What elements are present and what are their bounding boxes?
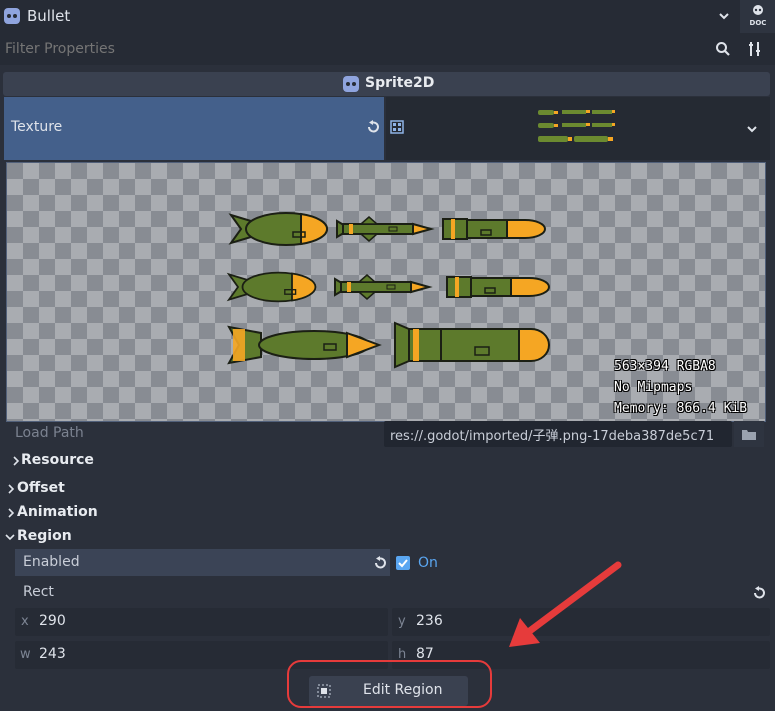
annotation-arrow: [509, 561, 622, 647]
